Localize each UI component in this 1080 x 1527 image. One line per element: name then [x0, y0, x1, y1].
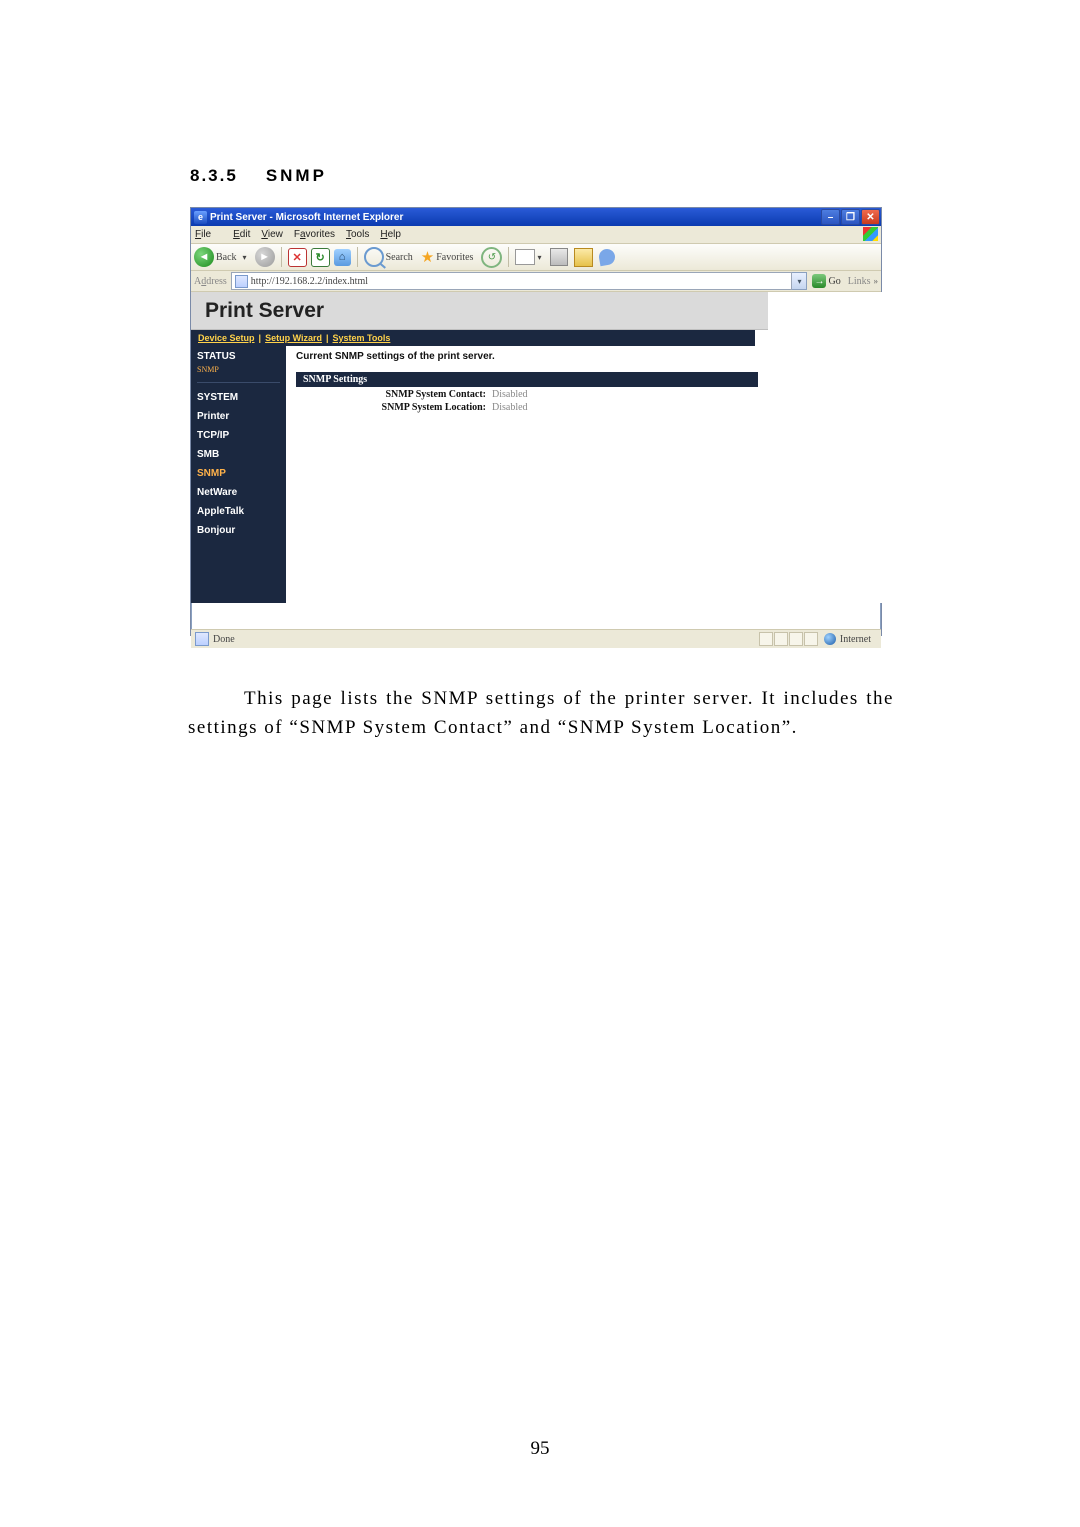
address-label: Address	[194, 276, 227, 287]
mail-chevron-icon[interactable]: ▾	[537, 253, 541, 262]
home-button[interactable]: ⌂	[334, 249, 351, 266]
ie-icon: e	[194, 211, 207, 224]
menu-file[interactable]: File	[195, 229, 222, 240]
print-button[interactable]	[549, 247, 569, 267]
tab-system-tools[interactable]: System Tools	[333, 333, 391, 343]
sidebar-status[interactable]: STATUS	[191, 348, 286, 365]
refresh-button[interactable]: ↻	[311, 248, 330, 267]
links-label[interactable]: Links	[848, 276, 871, 287]
edit-button[interactable]	[573, 247, 593, 267]
sidebar-item-snmp[interactable]: SNMP	[191, 464, 286, 483]
status-text: Done	[213, 634, 235, 645]
setting-key: SNMP System Location:	[326, 402, 486, 413]
go-icon: →	[812, 274, 826, 288]
toolbar-separator	[357, 247, 358, 267]
banner-title: Print Server	[205, 299, 324, 323]
section-heading: 8.3.5 SNMP	[190, 166, 327, 186]
sidebar-item-netware[interactable]: NetWare	[191, 483, 286, 502]
zone-text: Internet	[840, 634, 871, 645]
favorites-icon[interactable]: ★	[421, 248, 434, 267]
address-dropdown[interactable]: ▾	[792, 272, 807, 290]
menu-favorites[interactable]: Favorites	[294, 229, 335, 240]
stop-button[interactable]: ✕	[288, 248, 307, 267]
toolbar-separator	[508, 247, 509, 267]
maximize-button[interactable]: ❐	[841, 209, 860, 225]
status-cells	[759, 632, 818, 646]
browser-window: e Print Server - Microsoft Internet Expl…	[190, 207, 882, 636]
internet-zone-icon	[824, 633, 836, 645]
body-paragraph: This page lists the SNMP settings of the…	[188, 684, 894, 743]
sidebar-item-appletalk[interactable]: AppleTalk	[191, 502, 286, 521]
go-button[interactable]: → Go	[812, 274, 840, 288]
window-title: Print Server - Microsoft Internet Explor…	[210, 212, 820, 223]
settings-header: SNMP Settings	[296, 372, 758, 387]
page-banner: Print Server	[191, 292, 768, 330]
setting-value: Disabled	[492, 389, 528, 400]
addressbar: Address http://192.168.2.2/index.html ▾ …	[191, 271, 881, 292]
titlebar: e Print Server - Microsoft Internet Expl…	[191, 208, 881, 226]
setting-row-location: SNMP System Location: Disabled	[296, 400, 758, 413]
sidebar-status-sub: SNMP	[191, 365, 286, 379]
main-panel: Current SNMP settings of the print serve…	[286, 346, 768, 603]
mail-button[interactable]	[515, 247, 535, 267]
page-number: 95	[0, 1438, 1080, 1460]
close-button[interactable]: ✕	[861, 209, 880, 225]
back-label: Back	[216, 252, 237, 263]
sidebar-divider	[197, 382, 280, 383]
page-icon	[195, 632, 209, 646]
sidebar-item-bonjour[interactable]: Bonjour	[191, 521, 286, 540]
sidebar-item-system[interactable]: SYSTEM	[191, 388, 286, 407]
links-chevron-icon[interactable]: »	[874, 276, 879, 286]
menu-tools[interactable]: Tools	[346, 229, 369, 240]
section-title: SNMP	[266, 166, 327, 185]
history-button[interactable]: ↺	[481, 247, 502, 268]
setting-value: Disabled	[492, 402, 528, 413]
menu-edit[interactable]: Edit	[233, 229, 250, 240]
tab-setup-wizard[interactable]: Setup Wizard	[265, 333, 322, 343]
sidebar-item-printer[interactable]: Printer	[191, 407, 286, 426]
toolbar-separator	[281, 247, 282, 267]
forward-button[interactable]: ►	[255, 247, 275, 267]
messenger-button[interactable]	[597, 247, 617, 267]
minimize-button[interactable]: –	[821, 209, 840, 225]
setting-key: SNMP System Contact:	[326, 389, 486, 400]
sidebar: STATUS SNMP SYSTEM Printer TCP/IP SMB SN…	[191, 346, 286, 603]
sidebar-item-tcpip[interactable]: TCP/IP	[191, 426, 286, 445]
section-number: 8.3.5	[190, 166, 238, 185]
tab-device-setup[interactable]: Device Setup	[198, 333, 255, 343]
back-chevron-icon[interactable]: ▾	[243, 253, 247, 262]
setting-row-contact: SNMP System Contact: Disabled	[296, 387, 758, 400]
page-icon	[235, 275, 248, 288]
panel-description: Current SNMP settings of the print serve…	[296, 351, 758, 362]
toolbar: ◄ Back ▾ ► ✕ ↻ ⌂ Search ★ Favorites ↺ ▾	[191, 244, 881, 271]
menu-help[interactable]: Help	[380, 229, 401, 240]
page-content: Print Server Device Setup | Setup Wizard…	[191, 292, 881, 629]
back-button[interactable]: ◄	[194, 247, 214, 267]
menubar: File Edit View Favorites Tools Help	[191, 226, 881, 244]
windows-flag-icon	[863, 227, 878, 241]
tab-nav: Device Setup | Setup Wizard | System Too…	[191, 330, 755, 346]
address-input[interactable]: http://192.168.2.2/index.html	[231, 272, 793, 290]
menu-view[interactable]: View	[261, 229, 283, 240]
sidebar-item-smb[interactable]: SMB	[191, 445, 286, 464]
favorites-label[interactable]: Favorites	[436, 252, 473, 263]
address-url: http://192.168.2.2/index.html	[251, 276, 368, 287]
statusbar: Done Internet	[191, 629, 881, 648]
search-label[interactable]: Search	[386, 252, 413, 263]
search-icon[interactable]	[364, 247, 384, 267]
